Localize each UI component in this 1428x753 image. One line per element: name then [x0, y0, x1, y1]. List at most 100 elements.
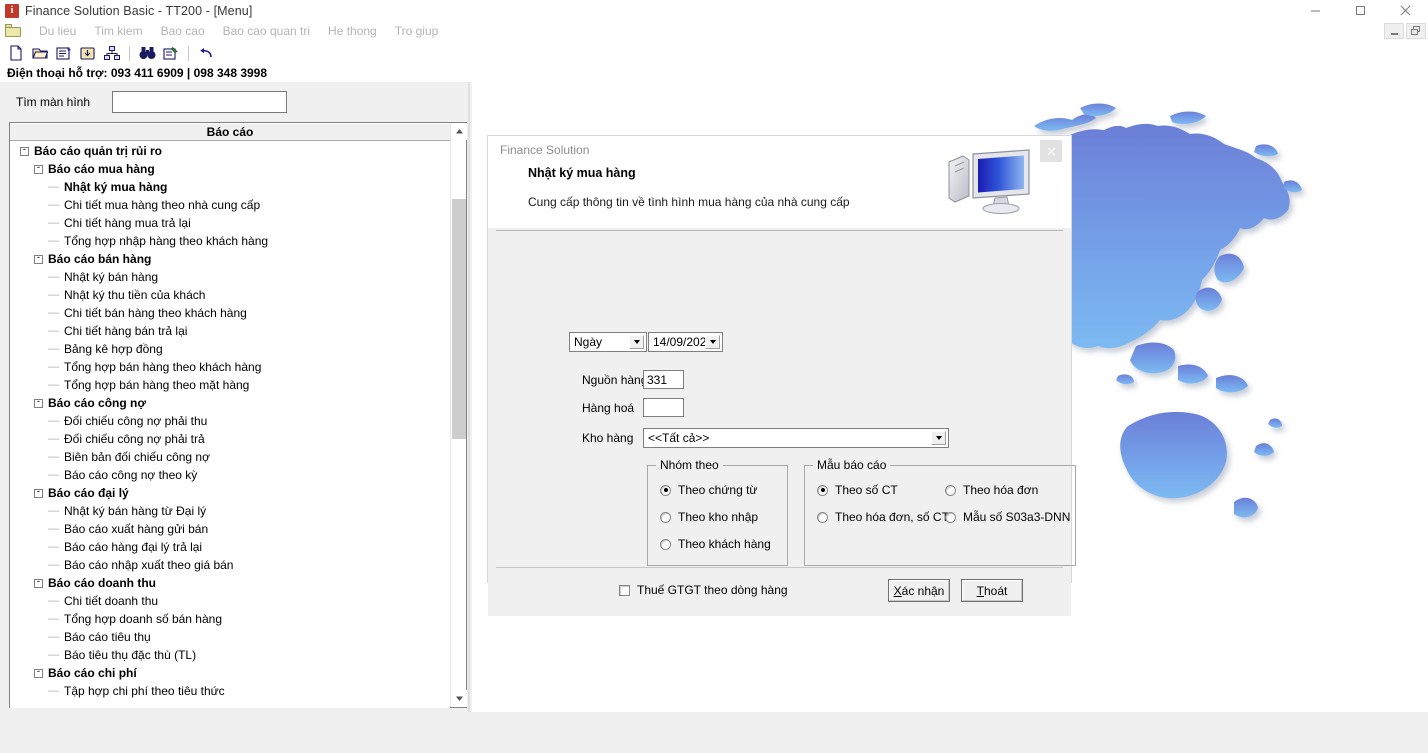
tree-node-label: Nhật ký thu tiền của khách [64, 288, 206, 302]
tree-group-row[interactable]: - Báo cáo chi phí [10, 664, 450, 682]
radio-theo-chung-tu[interactable]: Theo chứng từ [660, 483, 757, 497]
tree-connector-icon: –– [48, 289, 59, 301]
radio-mau-so-s03a3-dnn[interactable]: Mẫu số S03a3-DNN [945, 510, 1070, 524]
tree-leaf-row[interactable]: –– Tập hợp chi phí theo tiêu thức [10, 682, 450, 700]
chevron-down-icon[interactable] [931, 431, 946, 445]
menu-item-bao-cao[interactable]: Bao cao [152, 24, 214, 38]
tree-leaf-row[interactable]: –– Nhật ký mua hàng [10, 178, 450, 196]
binoculars-search-icon[interactable] [135, 43, 159, 63]
close-icon[interactable] [1383, 0, 1428, 21]
period-date-picker[interactable]: 14/09/2022 [648, 332, 723, 352]
computer-monitor-icon [948, 149, 1030, 214]
confirm-button[interactable]: Xác nhận [888, 579, 950, 602]
scroll-down-icon[interactable] [451, 690, 467, 707]
tree-collapse-toggle-icon[interactable]: - [34, 577, 43, 588]
tree-group-row[interactable]: - Báo cáo đại lý [10, 484, 450, 502]
mdi-minimize-icon[interactable] [1384, 23, 1404, 39]
goods-input[interactable] [643, 398, 684, 417]
tree-leaf-row[interactable]: –– Chi tiết hàng bán trả lại [10, 322, 450, 340]
tree-leaf-row[interactable]: –– Đối chiếu công nợ phải trả [10, 430, 450, 448]
tree-node-label: Báo cáo bán hàng [48, 252, 152, 266]
menu-item-he-thong[interactable]: He thong [319, 24, 386, 38]
tree-leaf-row[interactable]: –– Đối chiếu công nợ phải thu [10, 412, 450, 430]
close-icon[interactable] [1040, 140, 1062, 162]
tree-node-label: Đối chiếu công nợ phải thu [64, 414, 208, 428]
open-folder-icon[interactable] [28, 43, 52, 63]
search-input[interactable] [112, 91, 288, 113]
tree-vertical-scrollbar[interactable] [450, 123, 467, 707]
tree-node-label: Báo tiêu thụ đặc thù (TL) [64, 648, 197, 662]
tree-node-label: Báo cáo mua hàng [48, 162, 155, 176]
mdi-restore-icon[interactable] [1406, 23, 1426, 39]
tree-leaf-row[interactable]: –– Biên bản đối chiếu công nợ [10, 448, 450, 466]
tree-leaf-row[interactable]: –– Nhật ký thu tiền của khách [10, 286, 450, 304]
tree-leaf-row[interactable]: –– Chi tiết hàng mua trả lại [10, 214, 450, 232]
tree-leaf-row[interactable]: –– Chi tiết doanh thu [10, 592, 450, 610]
tree-collapse-toggle-icon[interactable]: - [34, 487, 43, 498]
menu-item-bao-cao-quan-tri[interactable]: Bao cao quan tri [214, 24, 319, 38]
undo-icon[interactable] [194, 43, 218, 63]
tree-collapse-toggle-icon[interactable]: - [34, 253, 43, 264]
report-tree[interactable]: - Báo cáo quản trị rủi ro - Báo cáo mua hàn… [10, 142, 450, 708]
radio-theo-kho-nhap[interactable]: Theo kho nhập [660, 510, 758, 524]
vat-per-line-checkbox[interactable]: Thuế GTGT theo dòng hàng [619, 583, 788, 597]
properties-icon[interactable] [52, 43, 76, 63]
tree-node-label: Báo cáo hàng đại lý trả lại [64, 540, 203, 554]
tree-group-row[interactable]: - Báo cáo bán hàng [10, 250, 450, 268]
tree-leaf-row[interactable]: –– Báo cáo công nợ theo kỳ [10, 466, 450, 484]
tree-scrollbar-thumb[interactable] [452, 199, 466, 439]
tree-group-row[interactable]: - Báo cáo mua hàng [10, 160, 450, 178]
tree-group-row[interactable]: - Báo cáo công nợ [10, 394, 450, 412]
tree-leaf-row[interactable]: –– Nhật ký bán hàng từ Đại lý [10, 502, 450, 520]
dialog-header: Finance Solution Nhật ký mua hàng Cung c… [488, 136, 1071, 228]
tree-leaf-row[interactable]: –– Chi tiết mua hàng theo nhà cung cấp [10, 196, 450, 214]
tree-leaf-row[interactable]: –– Báo cáo nhập xuất theo giá bán [10, 556, 450, 574]
search-label: Tìm màn hình [16, 95, 91, 109]
tree-collapse-toggle-icon[interactable]: - [34, 163, 43, 174]
period-mode-combo[interactable]: Ngày [569, 332, 647, 352]
radio-theo-hoa-don[interactable]: Theo hóa đơn [945, 483, 1038, 497]
radio-theo-hoa-don-so-ct[interactable]: Theo hóa đơn, số CT [817, 510, 949, 524]
radio-indicator [945, 511, 956, 523]
tree-collapse-toggle-icon[interactable]: - [34, 397, 43, 408]
tree-group-row[interactable]: - Báo cáo doanh thu [10, 574, 450, 592]
menu-item-tim-kiem[interactable]: Tim kiem [85, 24, 151, 38]
tree-leaf-row[interactable]: –– Tổng hợp nhập hàng theo khách hàng [10, 232, 450, 250]
maximize-icon[interactable] [1338, 0, 1383, 21]
minimize-icon[interactable] [1293, 0, 1338, 21]
radio-theo-khach-hang[interactable]: Theo khách hàng [660, 537, 771, 551]
dialog-title: Nhật ký mua hàng [528, 166, 636, 180]
source-input[interactable] [643, 370, 684, 389]
tree-leaf-row[interactable]: –– Báo cáo tiêu thụ [10, 628, 450, 646]
radio-label: Theo kho nhập [678, 510, 759, 524]
tree-leaf-row[interactable]: –– Báo cáo hàng đại lý trả lại [10, 538, 450, 556]
tree-collapse-toggle-icon[interactable]: - [34, 667, 43, 678]
chevron-down-icon[interactable] [705, 335, 720, 349]
tree-leaf-row[interactable]: –– Báo tiêu thụ đặc thù (TL) [10, 646, 450, 664]
tree-leaf-row[interactable]: –– Tổng hợp bán hàng theo mặt hàng [10, 376, 450, 394]
tree-leaf-row[interactable]: –– Tổng hợp doanh số bán hàng [10, 610, 450, 628]
warehouse-value: <<Tất cả>> [648, 431, 710, 445]
radio-theo-so-ct[interactable]: Theo số CT [817, 483, 898, 497]
tree-leaf-row[interactable]: –– Chi tiết bán hàng theo khách hàng [10, 304, 450, 322]
tree-group-row[interactable]: - Báo cáo quản trị rủi ro [10, 142, 450, 160]
tree-node-label: Báo cáo nhập xuất theo giá bán [64, 558, 234, 572]
tree-leaf-row[interactable]: –– Báo cáo xuất hàng gửi bán [10, 520, 450, 538]
tree-collapse-toggle-icon[interactable]: - [20, 145, 29, 156]
tree-connector-icon: –– [48, 181, 59, 193]
tree-leaf-row[interactable]: –– Nhật ký bán hàng [10, 268, 450, 286]
menu-item-du-lieu[interactable]: Du lieu [30, 24, 85, 38]
exit-button[interactable]: Thoát [961, 579, 1023, 602]
warehouse-combo[interactable]: <<Tất cả>> [643, 428, 949, 448]
chevron-down-icon[interactable] [629, 335, 644, 349]
import-icon[interactable] [76, 43, 100, 63]
edit-record-icon[interactable] [159, 43, 183, 63]
scroll-up-icon[interactable] [451, 123, 467, 140]
tree-leaf-row[interactable]: –– Tổng hợp bán hàng theo khách hàng [10, 358, 450, 376]
tree-leaf-row[interactable]: –– Bảng kê hợp đồng [10, 340, 450, 358]
left-panel: Tìm màn hình Báo cáo - Báo cáo quản trị r… [0, 82, 470, 712]
hierarchy-icon[interactable] [100, 43, 124, 63]
radio-indicator [945, 484, 956, 496]
new-document-icon[interactable] [4, 43, 28, 63]
menu-item-tro-giup[interactable]: Tro giup [386, 24, 448, 38]
